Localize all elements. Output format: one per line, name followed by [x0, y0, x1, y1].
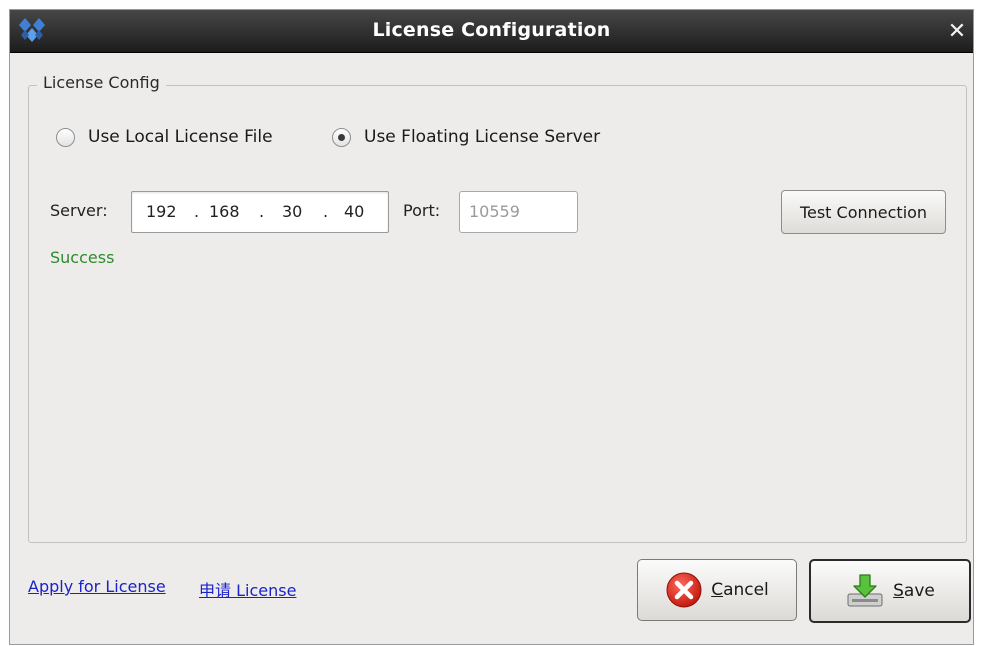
ip-octet-2[interactable]: 168: [209, 202, 240, 221]
group-title: License Config: [37, 73, 166, 92]
test-connection-button[interactable]: Test Connection: [781, 190, 946, 234]
save-button[interactable]: Save: [809, 559, 971, 623]
cancel-x-icon: [665, 571, 703, 609]
radio-floating-indicator[interactable]: [332, 127, 351, 147]
server-label: Server:: [50, 201, 108, 220]
radio-local-indicator[interactable]: [56, 127, 75, 147]
radio-floating-license[interactable]: Use Floating License Server: [332, 127, 600, 147]
license-dialog: License Configuration ✕ License Config U…: [10, 10, 973, 644]
server-ip-input[interactable]: 192 . 168 . 30 . 40: [131, 191, 389, 233]
close-icon[interactable]: ✕: [945, 20, 969, 44]
port-label: Port:: [403, 201, 441, 220]
radio-floating-label: Use Floating License Server: [364, 127, 601, 147]
ip-octet-4[interactable]: 40: [344, 202, 364, 221]
ip-octet-3[interactable]: 30: [282, 202, 302, 221]
apply-license-cn-link[interactable]: 申请 License: [199, 577, 296, 601]
ip-octet-1[interactable]: 192: [146, 202, 177, 221]
save-label: Save: [893, 581, 935, 601]
save-download-icon: [845, 572, 885, 610]
radio-local-license[interactable]: Use Local License File: [56, 127, 273, 147]
ip-dot: .: [259, 202, 265, 221]
cancel-label: Cancel: [711, 580, 769, 600]
port-value: 10559: [469, 202, 520, 221]
radio-local-label: Use Local License File: [88, 127, 273, 147]
window-title: License Configuration: [372, 19, 611, 41]
port-input[interactable]: 10559: [459, 191, 578, 233]
cancel-button[interactable]: Cancel: [637, 559, 797, 621]
connection-status: Success: [50, 248, 115, 267]
license-config-group: License Config: [28, 73, 967, 543]
title-bar[interactable]: License Configuration ✕: [10, 10, 973, 53]
ip-dot: .: [194, 202, 200, 221]
ip-dot: .: [323, 202, 329, 221]
apply-license-link[interactable]: Apply for License: [28, 577, 166, 596]
